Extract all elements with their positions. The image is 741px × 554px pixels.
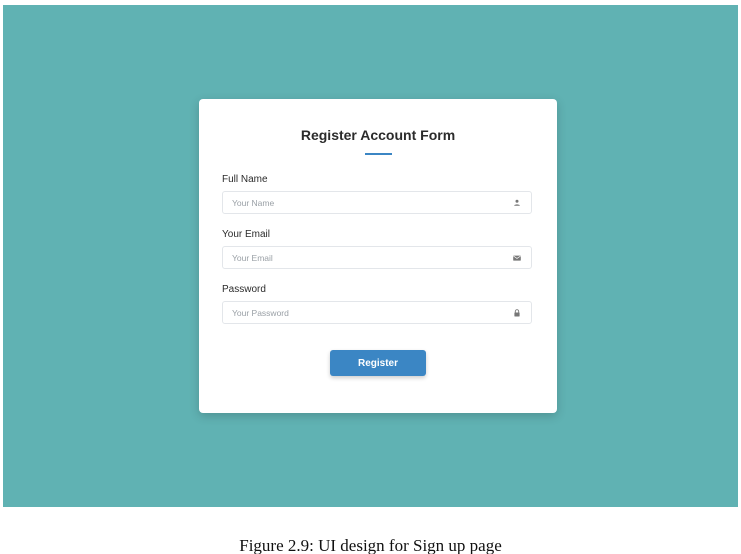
password-label: Password [222,284,266,295]
mail-icon [513,255,521,261]
password-input[interactable] [223,302,503,323]
email-input[interactable] [223,247,503,268]
email-label: Your Email [222,229,270,240]
form-title: Register Account Form [300,127,456,143]
figure-caption: Figure 2.9: UI design for Sign up page [239,537,502,554]
register-card: Register Account Form Full Name Your Ema… [199,99,557,413]
full-name-label: Full Name [222,174,268,185]
title-underline [365,153,392,155]
email-field[interactable] [222,246,532,269]
password-field[interactable] [222,301,532,324]
full-name-field[interactable] [222,191,532,214]
user-icon [514,199,520,206]
register-button[interactable]: Register [330,350,426,376]
lock-icon [514,309,520,317]
full-name-input[interactable] [223,192,503,213]
